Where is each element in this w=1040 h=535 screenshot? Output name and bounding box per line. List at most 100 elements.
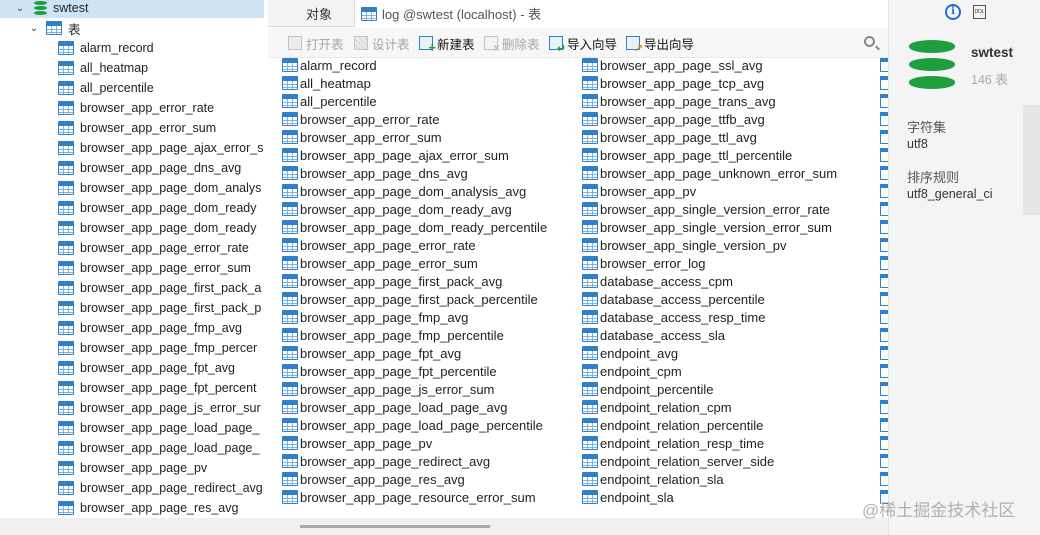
object-table-item[interactable]: endpoint_cpm — [582, 362, 682, 380]
tree-table-item[interactable]: browser_app_page_fpt_percent — [58, 378, 257, 398]
table-icon[interactable] — [880, 472, 888, 486]
object-table-item[interactable]: endpoint_relation_server_side — [582, 452, 774, 470]
tree-table-item[interactable]: browser_app_page_first_pack_a — [58, 278, 261, 298]
tree-table-item[interactable]: browser_app_page_dns_avg — [58, 158, 241, 178]
tree-table-item[interactable]: browser_app_page_js_error_sur — [58, 398, 261, 418]
table-icon[interactable] — [880, 202, 888, 216]
table-icon[interactable] — [880, 76, 888, 90]
tree-horizontal-scrollbar[interactable] — [0, 518, 268, 535]
tree-table-item[interactable]: browser_app_error_rate — [58, 98, 214, 118]
tree-table-item[interactable]: alarm_record — [58, 38, 154, 58]
table-icon[interactable] — [880, 148, 888, 162]
object-table-item[interactable]: browser_app_single_version_pv — [582, 236, 786, 254]
table-icon[interactable] — [880, 328, 888, 342]
object-table-item[interactable]: browser_app_page_dom_ready_avg — [282, 200, 512, 218]
table-icon[interactable] — [880, 346, 888, 360]
object-table-item[interactable]: browser_app_page_dns_avg — [282, 164, 468, 182]
table-icon[interactable] — [880, 94, 888, 108]
object-table-item[interactable]: browser_app_page_fpt_percentile — [282, 362, 497, 380]
tree-table-item[interactable]: browser_app_page_fpt_avg — [58, 358, 235, 378]
tree-table-item[interactable]: browser_app_page_fmp_avg — [58, 318, 242, 338]
object-table-item[interactable]: browser_app_page_ttl_avg — [582, 128, 757, 146]
info-icon[interactable]: i — [945, 4, 961, 20]
tree-table-item[interactable]: browser_app_page_load_page_ — [58, 418, 259, 438]
object-table-item[interactable]: browser_app_page_first_pack_avg — [282, 272, 502, 290]
tree-table-item[interactable]: browser_app_page_first_pack_p — [58, 298, 261, 318]
object-table-item[interactable]: browser_app_page_pv — [282, 434, 432, 452]
object-table-item[interactable]: browser_app_page_error_sum — [282, 254, 478, 272]
object-table-item[interactable]: browser_app_page_dom_ready_percentile — [282, 218, 547, 236]
object-table-item[interactable]: database_access_sla — [582, 326, 725, 344]
object-table-item[interactable]: browser_app_page_resource_error_sum — [282, 488, 536, 506]
object-table-item[interactable]: browser_app_pv — [582, 182, 696, 200]
table-icon[interactable] — [880, 184, 888, 198]
export-wizard-button[interactable]: 导出向导 — [626, 34, 694, 55]
object-table-item[interactable]: browser_app_page_ssl_avg — [582, 56, 763, 74]
tree-table-item[interactable]: all_heatmap — [58, 58, 148, 78]
object-table-item[interactable]: browser_app_page_error_rate — [282, 236, 476, 254]
tree-table-item[interactable]: browser_app_page_redirect_avg — [58, 478, 263, 498]
object-table-item[interactable]: browser_app_page_load_page_percentile — [282, 416, 543, 434]
object-table-item[interactable]: browser_app_page_ttl_percentile — [582, 146, 792, 164]
tree-table-item[interactable]: browser_app_error_sum — [58, 118, 216, 138]
objects-scrollbar-thumb[interactable] — [300, 525, 490, 528]
object-table-item[interactable]: browser_app_page_unknown_error_sum — [582, 164, 837, 182]
object-table-item[interactable]: browser_app_page_fmp_percentile — [282, 326, 504, 344]
table-icon[interactable] — [880, 418, 888, 432]
tab-log-table[interactable]: log @swtest (localhost) - 表 — [354, 0, 888, 27]
object-table-item[interactable]: database_access_cpm — [582, 272, 733, 290]
table-icon[interactable] — [880, 436, 888, 450]
table-icon[interactable] — [880, 220, 888, 234]
table-icon[interactable] — [880, 292, 888, 306]
open-table-button[interactable]: 打开表 — [288, 34, 344, 52]
table-icon[interactable] — [880, 274, 888, 288]
table-icon[interactable] — [880, 58, 888, 72]
table-icon[interactable] — [880, 310, 888, 324]
object-table-item[interactable]: endpoint_relation_percentile — [582, 416, 763, 434]
object-table-item[interactable]: alarm_record — [282, 56, 377, 74]
tree-node-tables-folder[interactable]: ⌄ 表 — [28, 18, 81, 38]
object-table-item[interactable]: all_percentile — [282, 92, 377, 110]
object-table-item[interactable]: browser_app_page_load_page_avg — [282, 398, 507, 416]
object-table-item[interactable]: browser_app_page_trans_avg — [582, 92, 776, 110]
info-scrollbar[interactable] — [1023, 105, 1040, 215]
tree-table-item[interactable]: browser_app_page_error_sum — [58, 258, 251, 278]
tree-table-item[interactable]: browser_app_page_dom_ready — [58, 218, 257, 238]
ddl-icon[interactable]: DDL — [973, 5, 986, 19]
object-table-item[interactable]: browser_error_log — [582, 254, 706, 272]
object-table-item[interactable]: browser_app_single_version_error_rate — [582, 200, 830, 218]
tree-table-item[interactable]: all_percentile — [58, 78, 154, 98]
new-table-button[interactable]: 新建表 — [419, 34, 475, 55]
object-table-item[interactable]: browser_app_page_js_error_sum — [282, 380, 494, 398]
table-icon[interactable] — [880, 400, 888, 414]
tab-objects[interactable]: 对象 — [306, 0, 332, 27]
object-table-item[interactable]: browser_app_page_ttfb_avg — [582, 110, 765, 128]
objects-horizontal-scrollbar[interactable] — [268, 518, 888, 535]
object-table-item[interactable]: browser_app_error_sum — [282, 128, 442, 146]
table-icon[interactable] — [880, 130, 888, 144]
tree-table-item[interactable]: browser_app_page_dom_ready — [58, 198, 257, 218]
object-table-item[interactable]: endpoint_avg — [582, 344, 678, 362]
object-table-item[interactable]: browser_app_page_tcp_avg — [582, 74, 764, 92]
object-table-item[interactable]: endpoint_sla — [582, 488, 674, 506]
table-icon[interactable] — [880, 256, 888, 270]
design-table-button[interactable]: 设计表 — [354, 34, 410, 52]
search-icon[interactable] — [864, 36, 875, 47]
object-table-item[interactable]: endpoint_relation_cpm — [582, 398, 732, 416]
object-table-item[interactable]: browser_app_error_rate — [282, 110, 439, 128]
object-table-item[interactable]: browser_app_page_redirect_avg — [282, 452, 490, 470]
table-icon[interactable] — [880, 364, 888, 378]
object-table-item[interactable]: database_access_resp_time — [582, 308, 766, 326]
delete-table-button[interactable]: 删除表 — [484, 34, 540, 55]
tree-table-item[interactable]: browser_app_page_ajax_error_s — [58, 138, 263, 158]
object-table-item[interactable]: browser_app_page_fmp_avg — [282, 308, 468, 326]
object-table-item[interactable]: database_access_percentile — [582, 290, 765, 308]
object-table-item[interactable]: browser_app_page_ajax_error_sum — [282, 146, 509, 164]
tree-table-item[interactable]: browser_app_page_load_page_ — [58, 438, 259, 458]
tree-table-item[interactable]: browser_app_page_fmp_percer — [58, 338, 257, 358]
tree-table-item[interactable]: browser_app_page_pv — [58, 458, 207, 478]
collapse-caret-icon[interactable]: ⌄ — [14, 3, 26, 14]
object-table-item[interactable]: endpoint_relation_resp_time — [582, 434, 764, 452]
tree-table-item[interactable]: browser_app_page_error_rate — [58, 238, 249, 258]
table-icon[interactable] — [880, 112, 888, 126]
